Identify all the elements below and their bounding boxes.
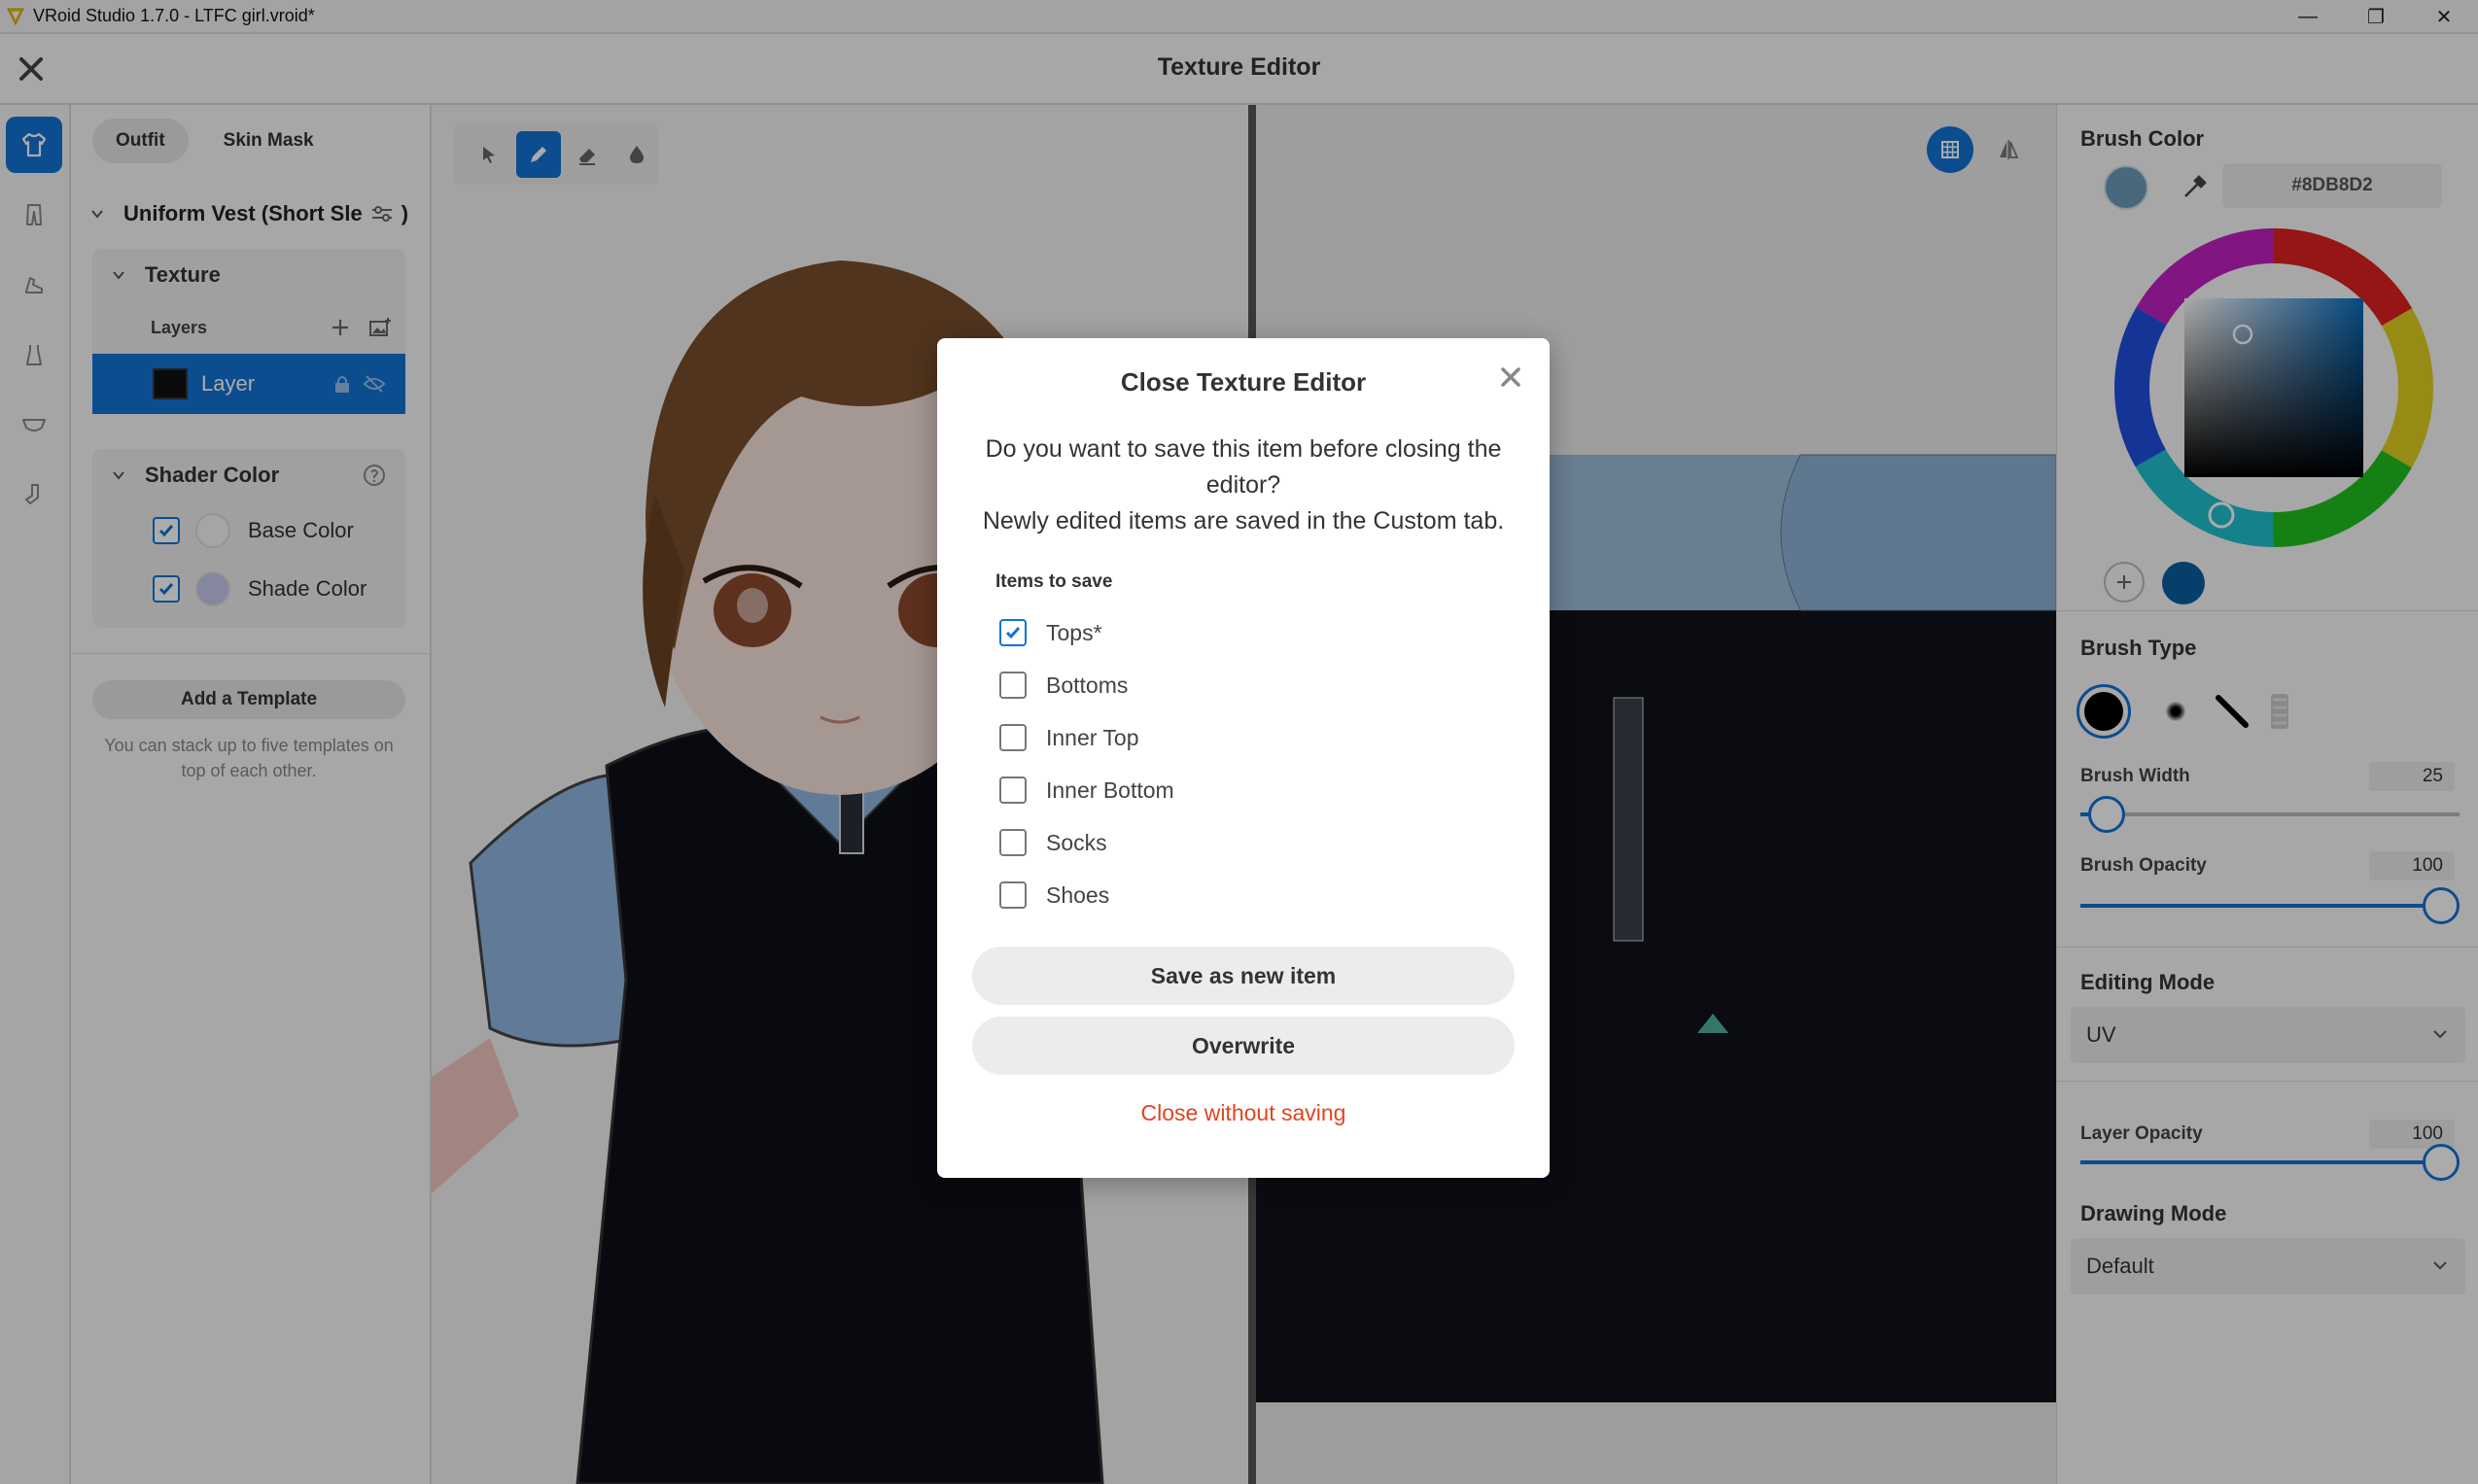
dialog-message-line2: Newly edited items are saved in the Cust…	[982, 507, 1505, 535]
save-as-new-item-button[interactable]: Save as new item	[972, 947, 1515, 1005]
item-row-inner-top[interactable]: Inner Top	[999, 711, 1174, 764]
close-icon[interactable]	[1497, 363, 1524, 391]
item-row-tops[interactable]: Tops*	[999, 606, 1174, 659]
socks-checkbox[interactable]	[999, 829, 1027, 856]
inner-top-checkbox[interactable]	[999, 724, 1027, 751]
dialog-message-line1: Do you want to save this item before clo…	[985, 435, 1502, 499]
item-row-inner-bottom[interactable]: Inner Bottom	[999, 764, 1174, 816]
dialog-title: Close Texture Editor	[1120, 367, 1367, 397]
item-label: Bottoms	[1046, 672, 1129, 698]
shoes-checkbox[interactable]	[999, 881, 1027, 909]
dialog-message: Do you want to save this item before clo…	[966, 431, 1520, 539]
bottoms-checkbox[interactable]	[999, 672, 1027, 699]
close-texture-editor-dialog: Close Texture Editor Do you want to save…	[937, 338, 1550, 1178]
item-row-shoes[interactable]: Shoes	[999, 869, 1174, 921]
tops-checkbox[interactable]	[999, 619, 1027, 646]
item-row-socks[interactable]: Socks	[999, 816, 1174, 869]
check-icon	[1005, 627, 1021, 639]
item-label: Shoes	[1046, 881, 1110, 908]
close-without-saving-link[interactable]: Close without saving	[937, 1100, 1550, 1126]
inner-bottom-checkbox[interactable]	[999, 777, 1027, 804]
item-label: Socks	[1046, 829, 1107, 855]
item-row-bottoms[interactable]: Bottoms	[999, 659, 1174, 711]
item-label: Inner Bottom	[1046, 777, 1174, 803]
items-to-save-label: Items to save	[995, 571, 1113, 592]
items-list: Tops* Bottoms Inner Top Inner Bottom Soc…	[999, 606, 1174, 921]
overwrite-button[interactable]: Overwrite	[972, 1017, 1515, 1075]
item-label: Tops*	[1046, 619, 1102, 645]
item-label: Inner Top	[1046, 724, 1139, 750]
